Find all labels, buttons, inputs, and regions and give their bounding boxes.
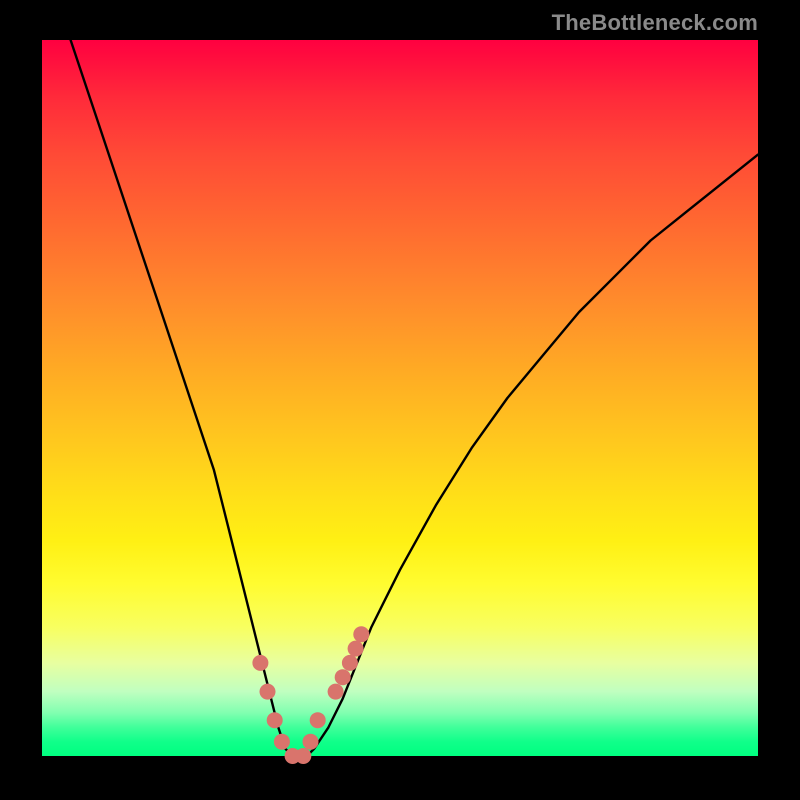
highlight-dots (252, 626, 369, 764)
chart-svg (42, 40, 758, 756)
plot-area (42, 40, 758, 756)
bottleneck-curve (71, 40, 758, 756)
watermark-label: TheBottleneck.com (552, 10, 758, 36)
chart-stage: TheBottleneck.com (0, 0, 800, 800)
